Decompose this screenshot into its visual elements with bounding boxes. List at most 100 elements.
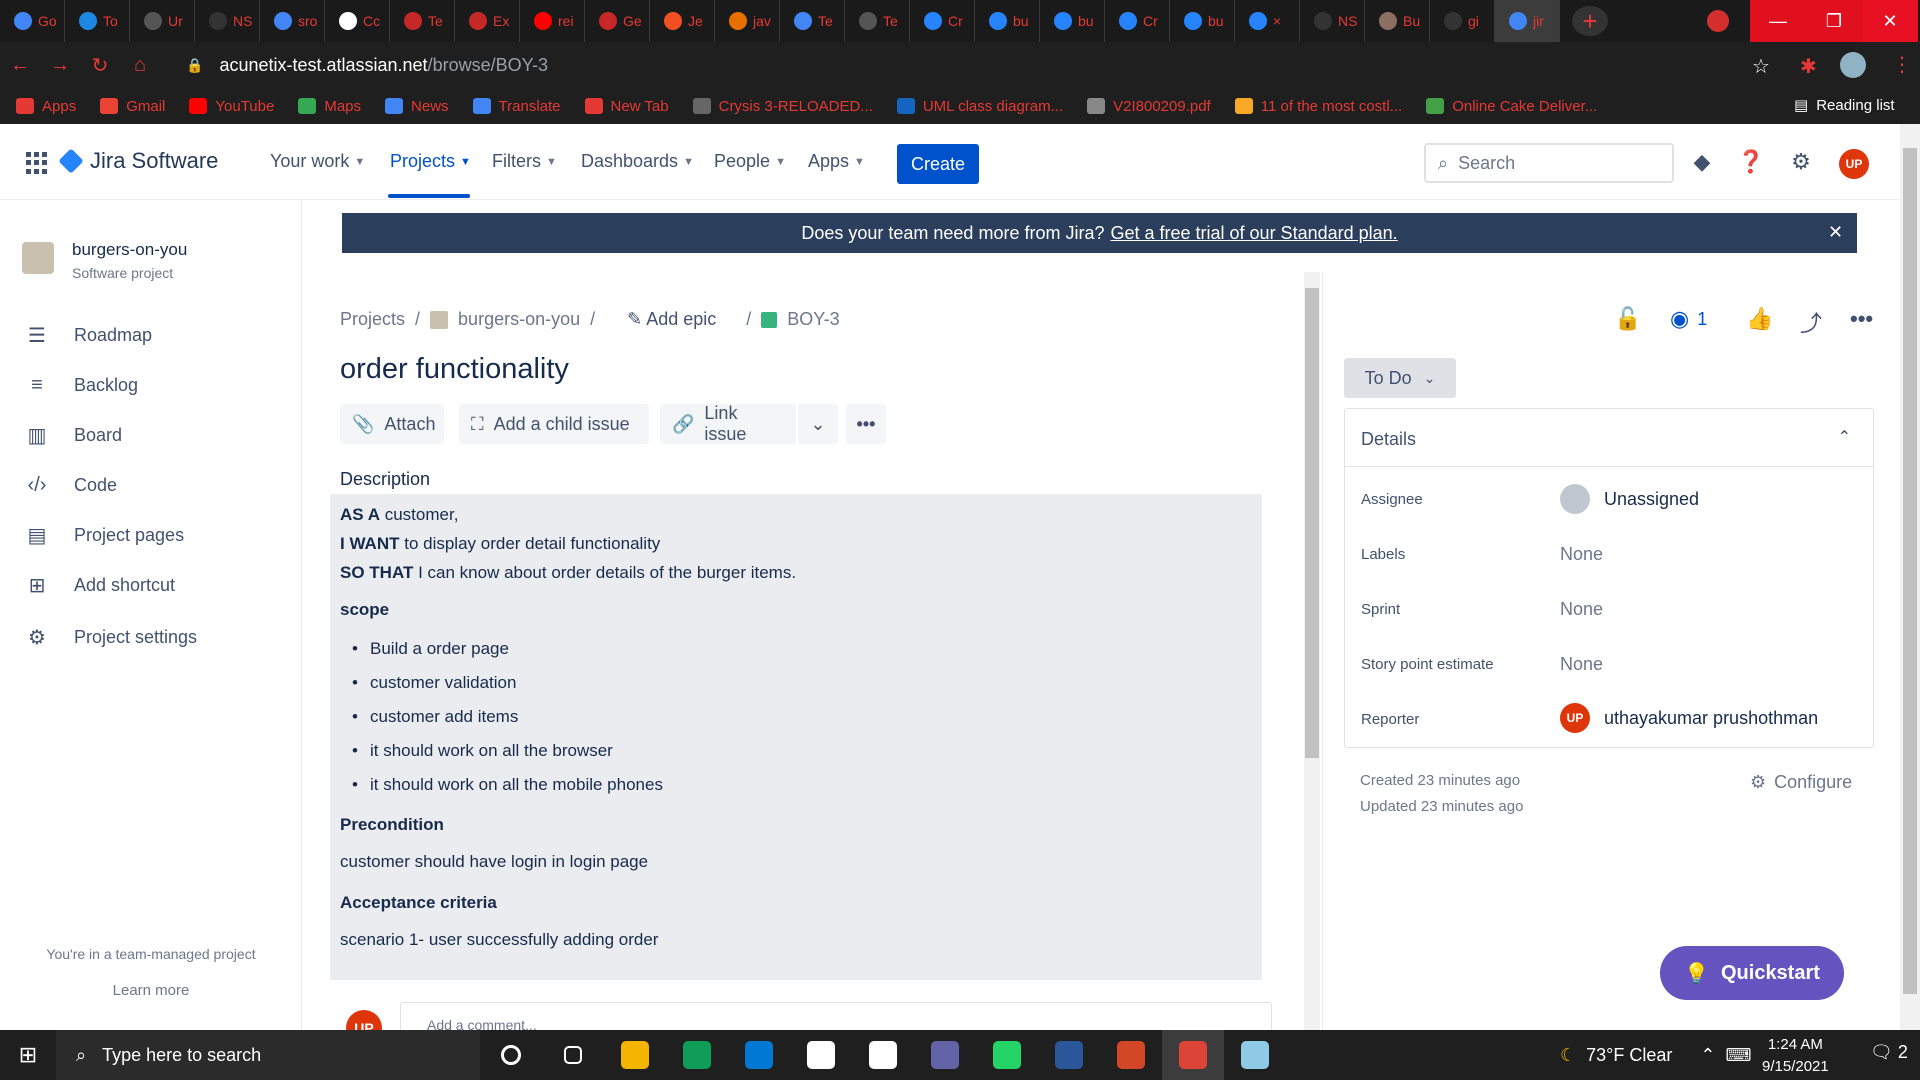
sidebar-item-code[interactable]: ‹/› Code xyxy=(24,472,117,498)
teams-icon[interactable] xyxy=(914,1030,976,1080)
breadcrumb-projects[interactable]: Projects xyxy=(340,309,405,330)
word-icon[interactable] xyxy=(1038,1030,1100,1080)
extensions-icon[interactable]: ✱ xyxy=(1800,54,1817,79)
status-dropdown[interactable]: To Do ⌄ xyxy=(1344,358,1456,398)
more-icon[interactable]: ••• xyxy=(1850,306,1873,332)
more-actions-button[interactable]: ••• xyxy=(846,404,886,444)
banner-close-icon[interactable]: ✕ xyxy=(1828,222,1843,243)
address-bar[interactable]: 🔒 acunetix-test.atlassian.net/browse/BOY… xyxy=(170,47,1760,83)
nav-dashboards[interactable]: Dashboards ▼ xyxy=(581,151,694,172)
bookmark-item[interactable]: Apps xyxy=(16,98,76,115)
task-view-icon[interactable] xyxy=(542,1030,604,1080)
notepad-icon[interactable] xyxy=(1224,1030,1286,1080)
new-tab-button[interactable]: + xyxy=(1572,6,1608,36)
bookmark-item[interactable]: Gmail xyxy=(100,98,165,115)
browser-tab[interactable]: sro xyxy=(260,0,325,42)
link-issue-button[interactable]: 🔗 Link issue xyxy=(660,403,796,444)
share-icon[interactable]: ⤴ xyxy=(1800,306,1822,338)
bookmark-item[interactable]: Online Cake Deliver... xyxy=(1426,98,1597,115)
cortana-icon[interactable] xyxy=(480,1030,542,1080)
description-body[interactable]: AS A customer, I WANT to display order d… xyxy=(330,494,1262,980)
browser-tab[interactable]: Cr xyxy=(1105,0,1170,42)
nav-apps[interactable]: Apps ▼ xyxy=(808,151,865,172)
browser-tab[interactable]: × xyxy=(1235,0,1300,42)
reporter-field[interactable]: UP uthayakumar prushothman xyxy=(1560,703,1818,733)
back-icon[interactable]: ← xyxy=(0,54,40,77)
watch-button[interactable]: ◉ 1 xyxy=(1670,306,1707,332)
add-epic-button[interactable]: ✎ Add epic xyxy=(627,309,716,330)
bookmark-item[interactable]: 11 of the most costl... xyxy=(1234,98,1402,115)
powerpoint-icon[interactable] xyxy=(1100,1030,1162,1080)
browser-tab[interactable]: Cc xyxy=(325,0,390,42)
browser-tab[interactable]: jav xyxy=(715,0,780,42)
mail-icon[interactable] xyxy=(728,1030,790,1080)
browser-tab[interactable]: Bu xyxy=(1365,0,1430,42)
bookmark-item[interactable]: Maps xyxy=(298,98,361,115)
free-trial-link[interactable]: Get a free trial of our Standard plan. xyxy=(1110,223,1397,244)
reading-list-button[interactable]: ▤ Reading list xyxy=(1794,96,1895,115)
taskbar-search-input[interactable]: ⌕ Type here to search xyxy=(56,1030,480,1080)
sidebar-item-roadmap[interactable]: ☰ Roadmap xyxy=(24,322,152,348)
quickstart-button[interactable]: 💡 Quickstart xyxy=(1660,946,1844,1000)
profile-avatar[interactable] xyxy=(1840,52,1866,78)
nav-your-work[interactable]: Your work ▼ xyxy=(270,151,365,172)
nav-projects[interactable]: Projects ▼ xyxy=(390,151,471,172)
create-button[interactable]: Create xyxy=(897,144,979,184)
home-icon[interactable]: ⌂ xyxy=(120,54,160,77)
reload-icon[interactable]: ↻ xyxy=(80,53,120,78)
sidebar-item-project-pages[interactable]: ▤ Project pages xyxy=(24,522,185,548)
jira-logo[interactable]: Jira Software xyxy=(58,148,218,174)
browser-tab[interactable]: Ex xyxy=(455,0,520,42)
project-name[interactable]: burgers-on-you xyxy=(72,240,187,260)
sprint-field[interactable]: None xyxy=(1560,599,1603,620)
browser-tab[interactable]: gi xyxy=(1430,0,1495,42)
browser-tab[interactable]: jir xyxy=(1495,0,1560,42)
nav-filters[interactable]: Filters ▼ xyxy=(492,151,557,172)
store-icon[interactable] xyxy=(790,1030,852,1080)
browser-tab[interactable]: rei xyxy=(520,0,585,42)
forward-icon[interactable]: → xyxy=(40,54,80,77)
browser-tab[interactable]: Go xyxy=(0,0,65,42)
attach-button[interactable]: 📎 Attach xyxy=(340,404,444,444)
sidebar-item-project-settings[interactable]: ⚙ Project settings xyxy=(24,624,197,650)
tab-search-icon[interactable] xyxy=(1707,10,1729,32)
windows-start-icon[interactable]: ⊞ xyxy=(0,1030,56,1080)
file-explorer-icon[interactable] xyxy=(604,1030,666,1080)
whatsapp-icon[interactable] xyxy=(976,1030,1038,1080)
amazon-icon[interactable] xyxy=(852,1030,914,1080)
restore-button[interactable]: ❐ xyxy=(1806,0,1862,42)
story-point-field[interactable]: None xyxy=(1560,654,1603,675)
sidebar-item-board[interactable]: ▥ Board xyxy=(24,422,123,448)
bookmark-item[interactable]: YouTube xyxy=(189,98,274,115)
browser-tab[interactable]: bu xyxy=(1170,0,1235,42)
close-window-button[interactable]: ✕ xyxy=(1862,0,1918,42)
browser-tab[interactable]: Te xyxy=(390,0,455,42)
chrome-icon[interactable] xyxy=(1162,1030,1224,1080)
weather-widget[interactable]: ☾ 73°F Clear ⌃ ⌨ xyxy=(1560,1045,1751,1066)
breadcrumb-project[interactable]: burgers-on-you xyxy=(458,309,580,330)
browser-tab[interactable]: Te xyxy=(845,0,910,42)
browser-tab[interactable]: bu xyxy=(975,0,1040,42)
issue-title[interactable]: order functionality xyxy=(340,353,569,386)
browser-tab[interactable]: NS xyxy=(1300,0,1365,42)
nav-people[interactable]: People ▼ xyxy=(714,151,786,172)
breadcrumb-issue-key[interactable]: BOY-3 xyxy=(787,309,839,330)
like-icon[interactable]: 👍 xyxy=(1746,306,1773,332)
sidebar-item-backlog[interactable]: ≡ Backlog xyxy=(24,372,138,398)
page-scrollbar[interactable] xyxy=(1900,124,1920,1030)
bookmark-item[interactable]: New Tab xyxy=(584,98,669,115)
bookmark-star-icon[interactable]: ☆ xyxy=(1752,54,1770,79)
link-dropdown-button[interactable]: ⌄ xyxy=(798,404,838,444)
bookmark-item[interactable]: News xyxy=(385,98,449,115)
browser-tab[interactable]: Cr xyxy=(910,0,975,42)
browser-tab[interactable]: Ur xyxy=(130,0,195,42)
taskbar-clock[interactable]: 1:24 AM 9/15/2021 xyxy=(1762,1034,1829,1078)
notification-center-icon[interactable]: 🗨 2 xyxy=(1870,1042,1908,1063)
bookmark-item[interactable]: Crysis 3-RELOADED... xyxy=(692,98,873,115)
browser-tab[interactable]: Ge xyxy=(585,0,650,42)
minimize-button[interactable]: — xyxy=(1750,0,1806,42)
browser-tab[interactable]: NS xyxy=(195,0,260,42)
lock-icon[interactable]: 🔓 xyxy=(1614,306,1641,332)
learn-more-link[interactable]: Learn more xyxy=(0,982,302,999)
main-scrollbar[interactable] xyxy=(1304,272,1320,1030)
